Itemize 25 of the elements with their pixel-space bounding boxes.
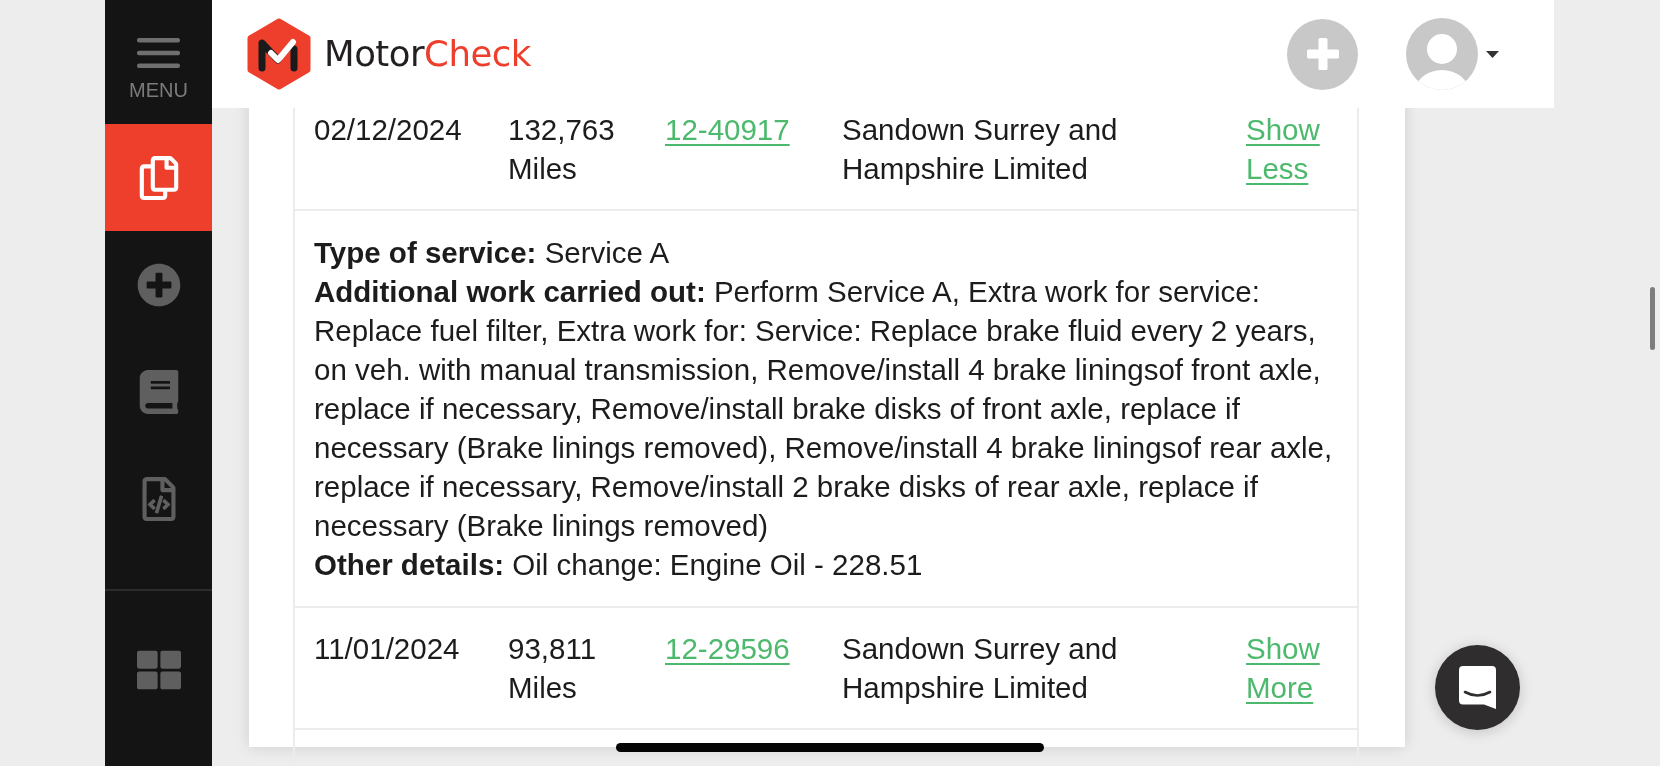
- invoice-link[interactable]: 12-40917: [665, 113, 790, 146]
- brand-name: MotorCheck: [324, 32, 531, 77]
- invoice-link[interactable]: 12-29596: [665, 632, 790, 665]
- grid-icon: [136, 648, 181, 692]
- plus-icon: [1306, 38, 1339, 70]
- avatar-icon[interactable]: [1406, 18, 1478, 90]
- toggle-link[interactable]: Show Less: [1246, 110, 1328, 188]
- detail-text: Additional work carried out: Perform Service A, Extra work for service: Replace fuel filter, Extra work for: Service: Replace brake fluid every 2 years, on veh. with manual transmission, Remove/install 4 brake liningsof front axle, replace if necessary, Remove/install brake disks of front axle, replace if necessary (Brake linings removed), Remove/install 4 brake liningsof rear axle, replace if necessary, Remove/install 2 brake disks of rear axle, replace if necessary (Brake linings removed): [314, 274, 1334, 544]
- toggle-link[interactable]: Show More: [1246, 629, 1328, 707]
- scrollbar-thumb[interactable]: [1650, 287, 1655, 350]
- mileage-text: 93,811 Miles: [508, 631, 598, 706]
- mileage-text: 132,763 Miles: [508, 112, 616, 187]
- detail-text: Type of service: Service A: [314, 235, 671, 271]
- garage-name: Sandown Surrey and Hampshire Limited: [842, 112, 1119, 187]
- garage-name: Sandown Surrey and Hampshire Limited: [842, 631, 1119, 706]
- caret-icon[interactable]: [1486, 50, 1499, 58]
- chat-button[interactable]: [1435, 645, 1520, 730]
- date-text: 02/12/2024: [314, 113, 462, 146]
- logo-icon: [247, 18, 311, 90]
- date-text: 11/01/2024: [314, 632, 460, 665]
- detail-text: Other details: Oil change: Engine Oil - 228.51: [314, 547, 924, 583]
- chat-icon: [1459, 666, 1496, 709]
- sidebar-item[interactable]: [105, 124, 212, 231]
- menu-button[interactable]: MENU: [105, 0, 212, 124]
- menu-icon: [137, 38, 180, 68]
